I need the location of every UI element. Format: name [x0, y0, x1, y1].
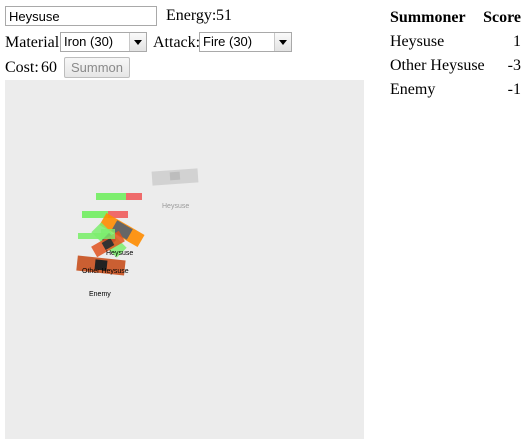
- enemy-unit-label: Enemy: [89, 291, 111, 298]
- attack-selected-value: Fire (30): [203, 34, 253, 49]
- material-select[interactable]: Iron (30): [60, 32, 147, 52]
- scoreboard-row-score: -3: [507, 57, 521, 74]
- scoreboard-row-score: -1: [507, 81, 521, 98]
- scoreboard-row-score: 1: [513, 33, 521, 50]
- chevron-down-icon: [274, 33, 291, 51]
- game-arena[interactable]: Heysuse Heysuse Other Heysuse Enemy: [5, 80, 364, 439]
- energy-value: 51: [216, 7, 232, 24]
- health-bar: [96, 193, 142, 200]
- other-unit-label: Other Heysuse: [82, 268, 129, 275]
- arena-canvas: [76, 168, 199, 276]
- attack-select[interactable]: Fire (30): [199, 32, 292, 52]
- cost-value: 60: [41, 59, 57, 76]
- unit-fragment: [101, 229, 115, 239]
- scoreboard-row-name: Heysuse: [390, 33, 445, 50]
- scoreboard-header-score: Score: [483, 9, 521, 26]
- chevron-down-icon: [129, 33, 146, 51]
- scoreboard-header-summoner: Summoner: [390, 9, 466, 26]
- energy-label: Energy:: [166, 7, 217, 24]
- ghost-unit-label: Heysuse: [162, 203, 190, 210]
- material-label: Material:: [5, 34, 64, 51]
- attack-label: Attack:: [153, 34, 201, 51]
- summon-button[interactable]: Summon: [64, 57, 130, 78]
- scoreboard-row-name: Enemy: [390, 81, 436, 98]
- cost-label: Cost:: [5, 59, 39, 76]
- material-selected-value: Iron (30): [64, 34, 114, 49]
- summoner-name-input[interactable]: [5, 6, 157, 26]
- scoreboard-row-name: Other Heysuse: [390, 57, 485, 74]
- ghost-unit: [151, 168, 199, 186]
- player-unit-label: Heysuse: [106, 250, 134, 257]
